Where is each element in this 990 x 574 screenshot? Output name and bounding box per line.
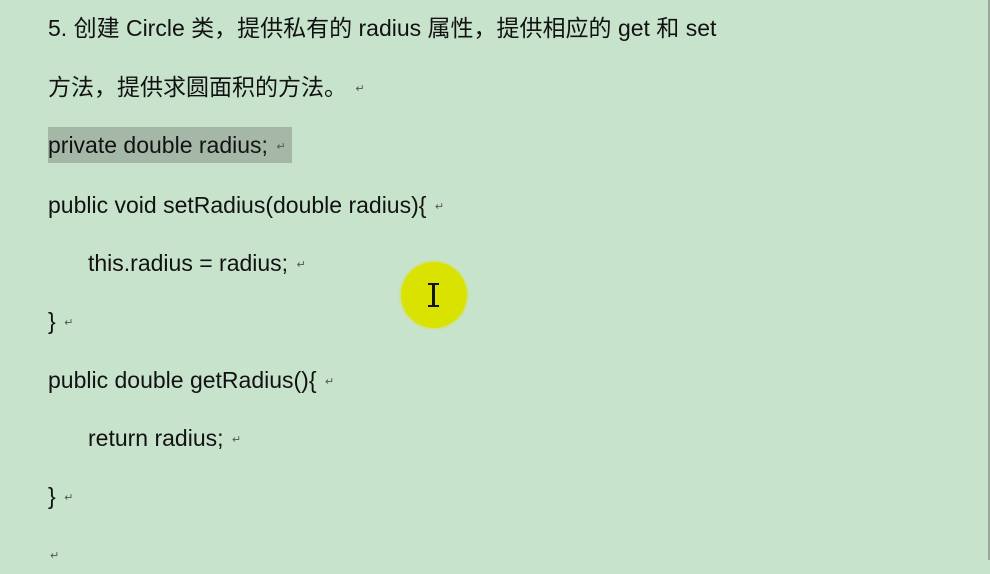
code-line-close-brace-2: } ↵ xyxy=(48,478,73,514)
paragraph-mark-icon: ↵ xyxy=(434,200,445,213)
document-page[interactable]: 5. 创建 Circle 类，提供私有的 radius 属性，提供相应的 get… xyxy=(0,0,990,562)
code-text-set-radius-body: this.radius = radius; xyxy=(88,250,289,276)
paragraph-mark-icon: ↵ xyxy=(296,258,306,271)
code-line-set-radius-body: this.radius = radius; ↵ xyxy=(88,245,306,281)
question-heading-line-1: 5. 创建 Circle 类，提供私有的 radius 属性，提供相应的 get… xyxy=(48,10,716,46)
paragraph-mark-icon: ↵ xyxy=(64,316,74,329)
question-heading-text-1: 5. 创建 Circle 类，提供私有的 radius 属性，提供相应的 get… xyxy=(48,15,717,41)
code-line-get-radius-signature: public double getRadius(){ ↵ xyxy=(48,362,334,398)
i-beam-cursor-icon xyxy=(428,283,439,307)
paragraph-mark-icon: ↵ xyxy=(50,549,60,562)
code-line-close-brace-1: } ↵ xyxy=(48,303,73,339)
code-text-close-brace-1: } xyxy=(48,308,56,334)
code-line-get-radius-body: return radius; ↵ xyxy=(88,420,241,456)
question-heading-text-2: 方法，提供求圆面积的方法。 xyxy=(48,74,347,100)
paragraph-mark-icon: ↵ xyxy=(64,491,74,504)
selected-code-line[interactable]: private double radius; ↵ xyxy=(48,127,292,163)
paragraph-mark-icon: ↵ xyxy=(324,375,335,388)
question-heading-line-2: 方法，提供求圆面积的方法。 ↵ xyxy=(48,69,365,105)
code-text-set-radius-signature: public void setRadius(double radius){ xyxy=(48,192,427,218)
code-line-private-radius: private double radius; xyxy=(48,132,268,158)
code-line-set-radius-signature: public void setRadius(double radius){ ↵ xyxy=(48,187,444,223)
paragraph-mark-icon: ↵ xyxy=(276,140,286,153)
code-text-get-radius-signature: public double getRadius(){ xyxy=(48,367,317,393)
paragraph-mark-icon: ↵ xyxy=(355,82,365,95)
paragraph-mark-icon: ↵ xyxy=(231,433,242,446)
empty-document-line: ↵ xyxy=(48,536,59,572)
code-text-get-radius-body: return radius; xyxy=(88,425,224,451)
code-text-close-brace-2: } xyxy=(48,483,56,509)
